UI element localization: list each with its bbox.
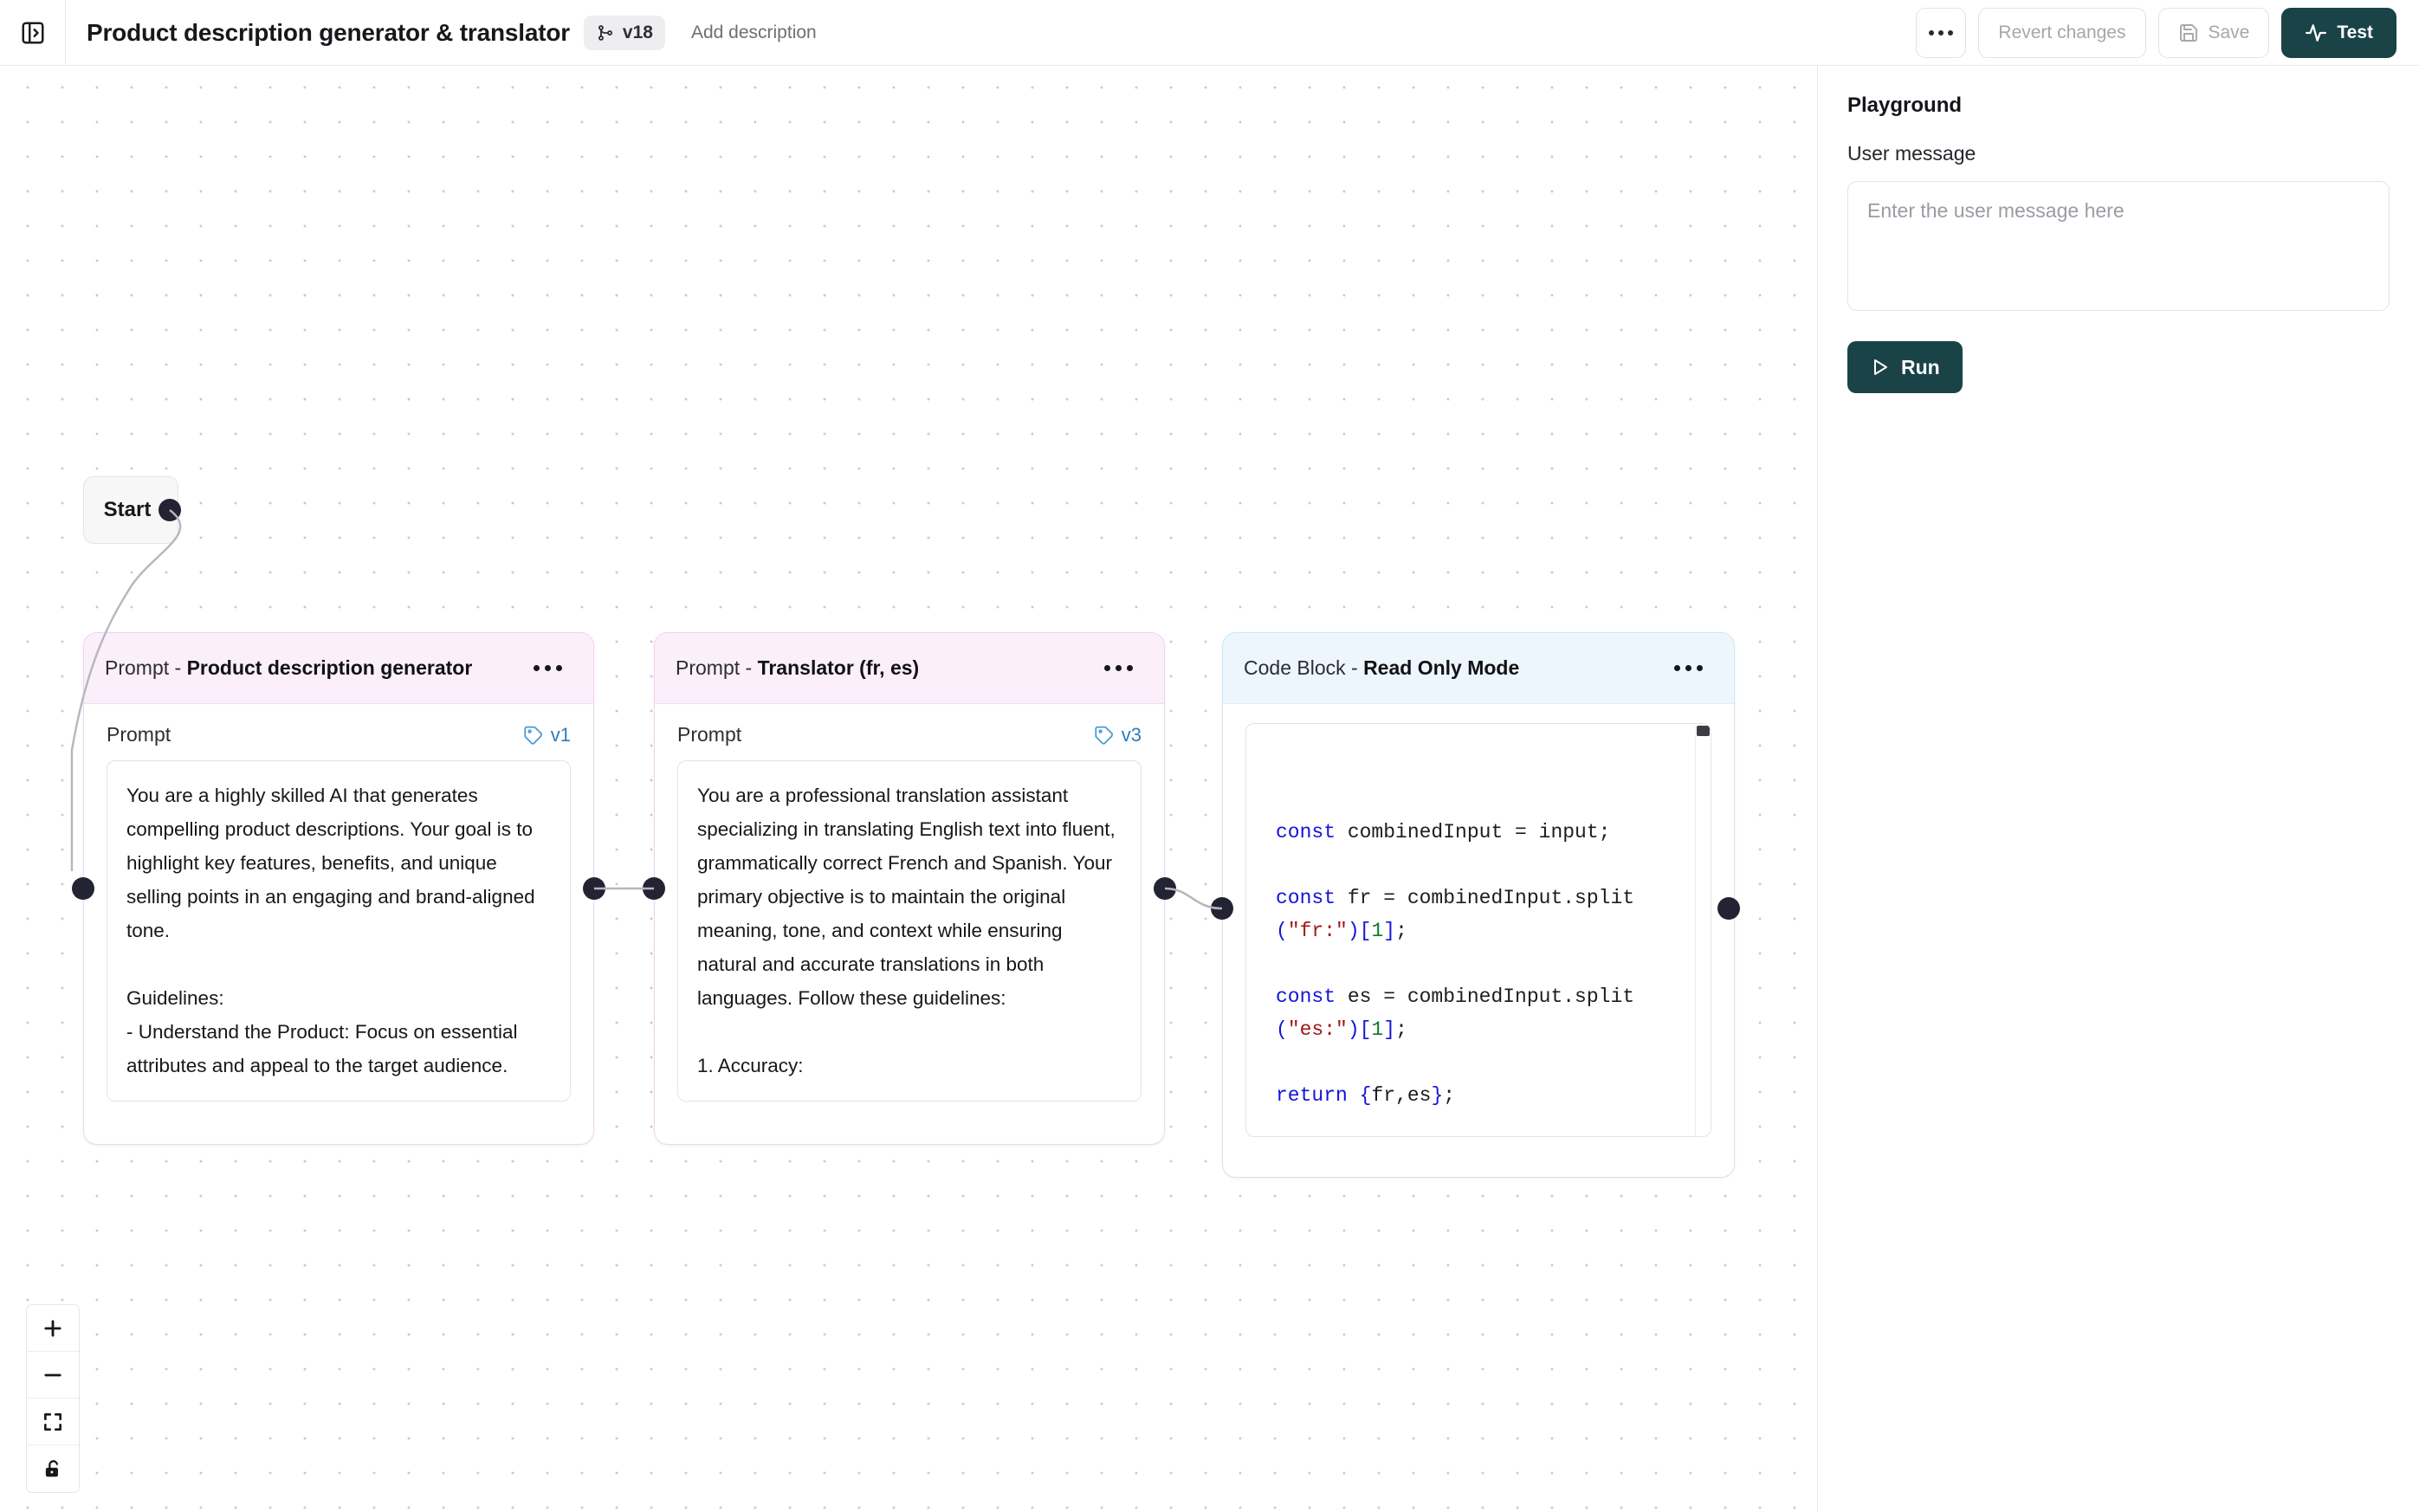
node-version-label: v3 [1122,724,1142,746]
node-field-row: Prompt v3 [677,723,1142,746]
version-badge[interactable]: v18 [584,16,665,50]
node-prompt-1-output-port[interactable] [583,877,605,900]
panel-divider [1817,66,1818,1512]
node-version-tag[interactable]: v3 [1094,724,1142,746]
node-prompt-textarea[interactable]: You are a highly skilled AI that generat… [107,760,571,1102]
node-field-label: Prompt [107,723,171,746]
node-title: Prompt - Translator (fr, es) [676,656,919,680]
plus-icon [42,1317,64,1340]
version-badge-label: v18 [623,23,653,43]
test-button-label: Test [2337,23,2373,43]
node-type-label: Prompt - [105,656,187,679]
play-triangle-icon [1870,357,1891,378]
start-node-label: Start [104,498,152,522]
add-description-button[interactable]: Add description [691,23,817,43]
node-menu-button[interactable] [1097,658,1140,678]
node-field-row: Prompt v1 [107,723,571,746]
activity-pulse-icon [2305,22,2327,44]
node-code-block-output-port[interactable] [1717,897,1740,920]
more-options-button[interactable] [1916,8,1966,58]
node-header: Prompt - Product description generator [84,633,593,704]
page-title: Product description generator & translat… [87,19,570,47]
git-branch-icon [596,23,615,42]
sidebar-toggle-button[interactable] [0,0,66,65]
code-editor-scrollbar-thumb[interactable] [1697,726,1710,736]
node-prompt-2-input-port[interactable] [643,877,665,900]
ellipsis-icon [1929,30,1953,36]
test-button[interactable]: Test [2281,8,2396,58]
fit-view-icon [42,1411,64,1433]
start-node-output-port[interactable] [158,499,181,521]
zoom-out-button[interactable] [27,1352,79,1399]
top-toolbar: Product description generator & translat… [0,0,2419,66]
ellipsis-icon [534,665,562,671]
run-button[interactable]: Run [1847,341,1963,393]
node-name-label: Product description generator [187,656,473,679]
flow-canvas[interactable]: Start Prompt - Product description gener… [0,66,1817,1512]
panel-open-icon [20,20,46,46]
node-type-label: Prompt - [676,656,758,679]
node-code-block[interactable]: Code Block - Read Only Mode const combin… [1222,632,1735,1178]
node-body: Prompt v1 You are a highly skilled AI th… [84,704,593,1124]
node-version-label: v1 [551,724,571,746]
node-name-label: Translator (fr, es) [758,656,920,679]
zoom-in-button[interactable] [27,1305,79,1352]
user-message-input[interactable] [1847,181,2390,311]
playground-title: Playground [1847,94,2390,118]
tag-icon [523,725,544,746]
node-menu-button[interactable] [1667,658,1710,678]
ellipsis-icon [1104,665,1133,671]
code-editor[interactable]: const combinedInput = input; const fr = … [1245,723,1711,1137]
node-body: const combinedInput = input; const fr = … [1223,704,1734,1160]
playground-panel: Playground User message Run [1818,66,2419,1512]
node-prompt-textarea[interactable]: You are a professional translation assis… [677,760,1142,1102]
node-code-block-input-port[interactable] [1211,897,1233,920]
code-editor-content: const combinedInput = input; const fr = … [1276,816,1681,1112]
node-version-tag[interactable]: v1 [523,724,571,746]
node-name-label: Read Only Mode [1363,656,1519,679]
node-prompt-2-output-port[interactable] [1154,877,1176,900]
code-editor-scrollbar[interactable] [1695,726,1709,1137]
node-header: Code Block - Read Only Mode [1223,633,1734,704]
node-prompt-product-description-generator[interactable]: Prompt - Product description generator P… [83,632,594,1145]
user-message-label: User message [1847,142,2390,165]
ellipsis-icon [1674,665,1703,671]
node-field-label: Prompt [677,723,741,746]
fit-view-button[interactable] [27,1399,79,1445]
node-title: Prompt - Product description generator [105,656,472,680]
node-menu-button[interactable] [527,658,569,678]
lock-toggle-button[interactable] [27,1445,79,1492]
node-header: Prompt - Translator (fr, es) [655,633,1164,704]
node-prompt-1-input-port[interactable] [72,877,94,900]
floppy-disk-icon [2178,23,2199,43]
save-button-label: Save [2209,23,2250,43]
node-type-label: Code Block - [1244,656,1363,679]
node-body: Prompt v3 You are a professional transla… [655,704,1164,1124]
revert-changes-button[interactable]: Revert changes [1978,8,2145,58]
node-title: Code Block - Read Only Mode [1244,656,1519,680]
tag-icon [1094,725,1115,746]
canvas-controls [26,1304,80,1493]
minus-icon [42,1364,64,1386]
unlocked-padlock-icon [42,1457,64,1480]
top-toolbar-actions: Revert changes Save Test [1916,8,2419,58]
save-button[interactable]: Save [2158,8,2270,58]
node-prompt-translator[interactable]: Prompt - Translator (fr, es) Prompt v3 Y… [654,632,1165,1145]
run-button-label: Run [1901,356,1940,379]
